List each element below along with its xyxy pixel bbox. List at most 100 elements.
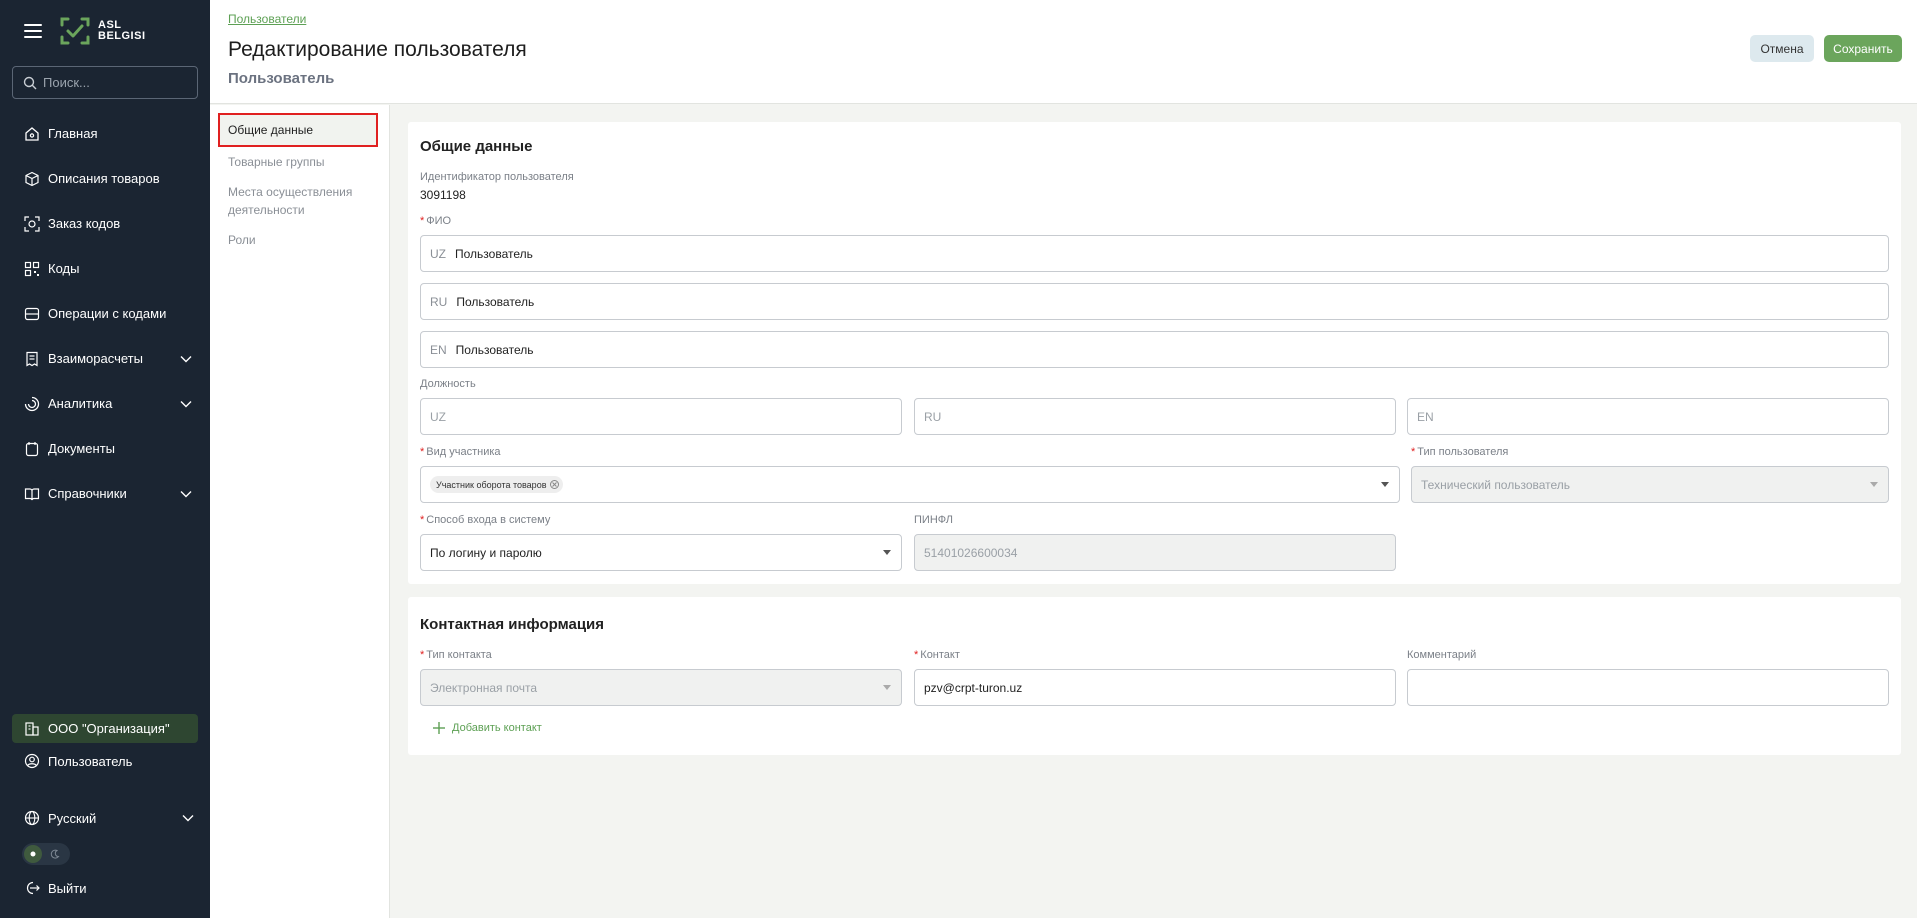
nav-item-codes[interactable]: Коды [0, 246, 210, 291]
search-icon [23, 76, 37, 89]
nav-item-analytics[interactable]: Аналитика [0, 381, 210, 426]
nav-item-code-orders[interactable]: Заказ кодов [0, 201, 210, 246]
chevron-down-icon[interactable] [883, 550, 891, 555]
chevron-down-icon[interactable] [180, 490, 192, 498]
sidebar: ASL BELGISI Главная Описания товаров Зак… [0, 0, 210, 918]
chevron-down-icon [1870, 482, 1878, 487]
chevron-down-icon [883, 685, 891, 690]
section-tab-general[interactable]: Общие данные [218, 113, 378, 147]
section-tab-product-groups[interactable]: Товарные группы [218, 153, 378, 171]
nav-item-label: Главная [48, 126, 98, 141]
user-profile[interactable]: Пользователь [24, 753, 132, 769]
general-data-card: Общие данные Идентификатор пользователя … [408, 122, 1901, 584]
add-contact-button[interactable]: Добавить контакт [432, 721, 542, 735]
participant-type-select[interactable]: Участник оборота товаров [420, 466, 1400, 503]
chevron-down-icon[interactable] [180, 400, 192, 408]
pinfl-field: 51401026600034 [914, 534, 1396, 571]
operations-icon [24, 307, 40, 320]
chevron-down-icon[interactable] [1381, 482, 1389, 487]
search-box[interactable] [12, 66, 198, 99]
remove-chip-icon[interactable] [550, 480, 560, 489]
general-data-title: Общие данные [420, 138, 533, 155]
contact-field[interactable]: pzv@crpt-turon.uz [914, 669, 1396, 706]
position-uz-field[interactable]: UZ [420, 398, 902, 435]
contact-info-card: Контактная информация * Тип контакта Элек… [408, 597, 1901, 755]
nav-item-label: Аналитика [48, 396, 113, 411]
pinfl-label: ПИНФЛ [914, 514, 953, 526]
chevron-down-icon[interactable] [180, 355, 192, 363]
logo[interactable]: ASL BELGISI [58, 15, 146, 47]
nav-item-documents[interactable]: Документы [0, 426, 210, 471]
page-title: Редактирование пользователя [228, 38, 527, 61]
required-marker: * [420, 514, 425, 526]
contact-type-value: Электронная почта [430, 680, 538, 695]
light-theme-button[interactable] [24, 845, 42, 863]
user-id-value: 3091198 [420, 188, 466, 202]
fio-label: * ФИО [420, 215, 452, 227]
position-en-placeholder: EN [1417, 409, 1434, 424]
lang-prefix: EN [430, 342, 447, 357]
contact-type-label: * Тип контакта [420, 649, 492, 661]
receipt-icon [26, 351, 38, 367]
required-marker: * [420, 215, 425, 227]
book-icon [24, 487, 40, 500]
nav-item-label: Операции с кодами [48, 306, 167, 321]
section-nav: Общие данные Товарные группы Места осуще… [210, 105, 390, 918]
building-icon [25, 721, 39, 736]
position-en-field[interactable]: EN [1407, 398, 1889, 435]
section-tab-places[interactable]: Места осуществления деятельности [218, 183, 378, 219]
contact-type-select: Электронная почта [420, 669, 902, 706]
save-button[interactable]: Сохранить [1824, 35, 1902, 62]
login-method-select[interactable]: По логину и паролю [420, 534, 902, 571]
user-type-label: * Тип пользователя [1411, 446, 1509, 458]
theme-toggle[interactable] [22, 843, 70, 865]
logout-button[interactable]: Выйти [24, 880, 87, 896]
participant-chip: Участник оборота товаров [430, 476, 564, 493]
page-subtitle: Пользователь [228, 70, 335, 87]
comment-label: Комментарий [1407, 649, 1477, 661]
comment-field[interactable] [1407, 669, 1889, 706]
position-ru-field[interactable]: RU [914, 398, 1396, 435]
required-marker: * [1411, 446, 1416, 458]
dark-theme-button[interactable] [46, 845, 64, 863]
user-type-select: Технический пользователь [1411, 466, 1889, 503]
breadcrumb-users[interactable]: Пользователи [228, 12, 306, 26]
plus-icon [433, 722, 445, 734]
fio-uz-field[interactable]: UZ Пользователь [420, 235, 1889, 272]
logo-text: ASL BELGISI [98, 19, 146, 42]
box-icon [25, 171, 39, 186]
position-uz-placeholder: UZ [430, 409, 446, 424]
nav-item-code-operations[interactable]: Операции с кодами [0, 291, 210, 336]
menu-icon[interactable] [24, 24, 42, 38]
language-selector[interactable]: Русский [24, 810, 194, 826]
section-tab-roles[interactable]: Роли [218, 231, 378, 249]
nav-item-directories[interactable]: Справочники [0, 471, 210, 516]
cancel-button[interactable]: Отмена [1750, 35, 1814, 62]
nav-item-label: Описания товаров [48, 171, 160, 186]
fio-ru-field[interactable]: RU Пользователь [420, 283, 1889, 320]
contact-info-title: Контактная информация [420, 616, 605, 633]
moon-icon [50, 849, 60, 859]
sun-icon [30, 851, 36, 857]
sidebar-header: ASL BELGISI [0, 0, 210, 62]
nav-item-label: Справочники [48, 486, 127, 501]
nav-item-product-descriptions[interactable]: Описания товаров [0, 156, 210, 201]
fio-ru-value: Пользователь [456, 294, 535, 309]
user-icon [24, 753, 40, 769]
organization-selector[interactable]: ООО "Организация" [12, 714, 198, 743]
home-icon [25, 126, 39, 141]
logout-label: Выйти [48, 880, 87, 896]
nav-item-label: Заказ кодов [48, 216, 121, 231]
position-ru-placeholder: RU [924, 409, 942, 424]
search-input[interactable] [43, 75, 183, 90]
language-label: Русский [48, 810, 97, 826]
documents-icon [25, 441, 39, 456]
nav-item-settlements[interactable]: Взаиморасчеты [0, 336, 210, 381]
fio-en-field[interactable]: EN Пользователь [420, 331, 1889, 368]
lang-prefix: UZ [430, 246, 446, 261]
organization-name: ООО "Организация" [48, 721, 170, 736]
contact-label: * Контакт [914, 649, 960, 661]
nav-item-label: Взаиморасчеты [48, 351, 143, 366]
login-method-value: По логину и паролю [430, 545, 542, 560]
nav-item-home[interactable]: Главная [0, 111, 210, 156]
